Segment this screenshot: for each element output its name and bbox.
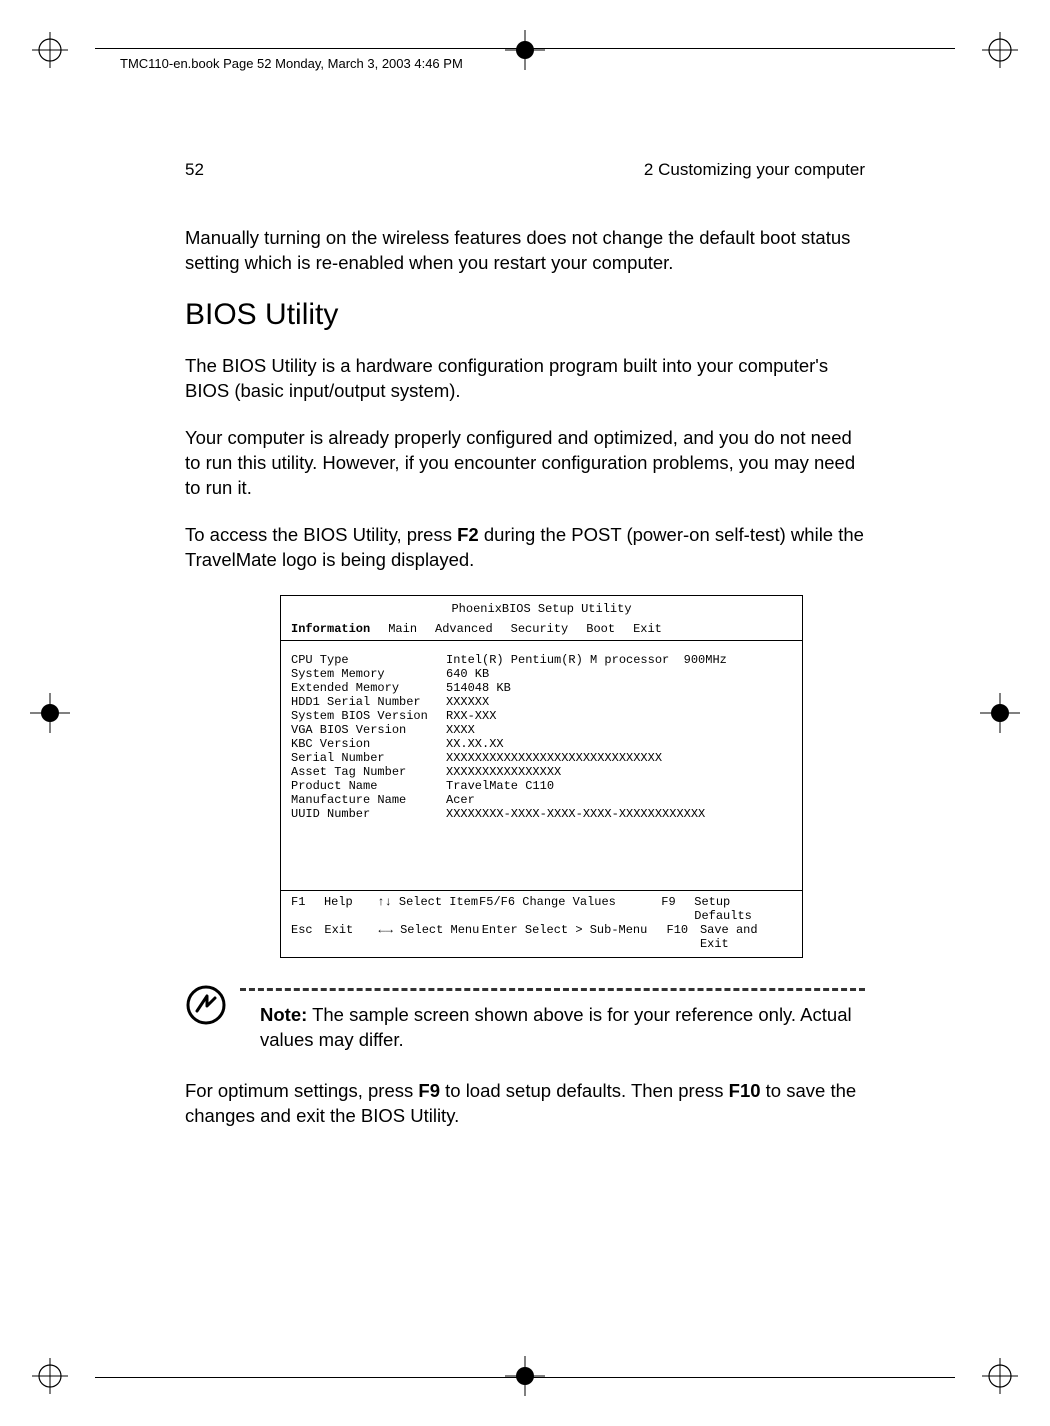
- bios-tab-bar: Information Main Advanced Security Boot …: [281, 620, 802, 641]
- paragraph: For optimum settings, press F9 to load s…: [185, 1079, 865, 1129]
- source-file-header: TMC110-en.book Page 52 Monday, March 3, …: [120, 56, 463, 71]
- bios-tab-boot: Boot: [586, 622, 615, 636]
- page-content: 52 2 Customizing your computer Manually …: [185, 160, 865, 1151]
- bios-tab-exit: Exit: [633, 622, 662, 636]
- bios-body: CPU TypeIntel(R) Pentium(R) M processor …: [281, 641, 802, 891]
- key-f2: F2: [457, 524, 479, 545]
- note-divider: [240, 988, 865, 991]
- bios-row: HDD1 Serial NumberXXXXXX: [291, 695, 792, 709]
- bios-row: Asset Tag NumberXXXXXXXXXXXXXXXX: [291, 765, 792, 779]
- bios-title: PhoenixBIOS Setup Utility: [281, 596, 802, 620]
- page: TMC110-en.book Page 52 Monday, March 3, …: [0, 0, 1050, 1426]
- page-number: 52: [185, 160, 204, 180]
- bios-row: Product NameTravelMate C110: [291, 779, 792, 793]
- chapter-title: 2 Customizing your computer: [644, 160, 865, 180]
- bios-tab-main: Main: [388, 622, 417, 636]
- paragraph: To access the BIOS Utility, press F2 dur…: [185, 523, 865, 573]
- key-f9: F9: [418, 1080, 440, 1101]
- bios-tab-information: Information: [291, 622, 370, 636]
- crop-mark-icon: [28, 1354, 72, 1398]
- paragraph: The BIOS Utility is a hardware configura…: [185, 354, 865, 404]
- bios-row: CPU TypeIntel(R) Pentium(R) M processor …: [291, 653, 792, 667]
- bios-row: KBC VersionXX.XX.XX: [291, 737, 792, 751]
- bios-tab-advanced: Advanced: [435, 622, 493, 636]
- crop-mark-icon: [978, 28, 1022, 72]
- crop-rule-top: [95, 48, 955, 49]
- crop-mark-icon: [503, 1354, 547, 1398]
- crop-rule-bottom: [95, 1377, 955, 1378]
- crop-mark-icon: [28, 28, 72, 72]
- note-icon: [185, 984, 227, 1026]
- note-block: Note: The sample screen shown above is f…: [185, 988, 865, 1053]
- crop-mark-icon: [978, 691, 1022, 735]
- bios-row: Serial NumberXXXXXXXXXXXXXXXXXXXXXXXXXXX…: [291, 751, 792, 765]
- bios-row: Manufacture NameAcer: [291, 793, 792, 807]
- bios-footer: F1 Help ↑↓ Select Item F5/F6 Change Valu…: [281, 891, 802, 957]
- note-label: Note:: [260, 1004, 307, 1025]
- running-header: 52 2 Customizing your computer: [185, 160, 865, 180]
- crop-mark-icon: [28, 691, 72, 735]
- paragraph: Manually turning on the wireless feature…: [185, 226, 865, 276]
- bios-row: System BIOS VersionRXX-XXX: [291, 709, 792, 723]
- crop-mark-icon: [978, 1354, 1022, 1398]
- paragraph: Your computer is already properly config…: [185, 426, 865, 501]
- bios-screenshot: PhoenixBIOS Setup Utility Information Ma…: [280, 595, 803, 958]
- crop-mark-icon: [503, 28, 547, 72]
- note-text: Note: The sample screen shown above is f…: [260, 1003, 865, 1053]
- bios-row: Extended Memory514048 KB: [291, 681, 792, 695]
- bios-row: System Memory640 KB: [291, 667, 792, 681]
- bios-tab-security: Security: [511, 622, 569, 636]
- key-f10: F10: [729, 1080, 761, 1101]
- section-heading: BIOS Utility: [185, 298, 865, 332]
- bios-row: VGA BIOS VersionXXXX: [291, 723, 792, 737]
- bios-row: UUID NumberXXXXXXXX-XXXX-XXXX-XXXX-XXXXX…: [291, 807, 792, 821]
